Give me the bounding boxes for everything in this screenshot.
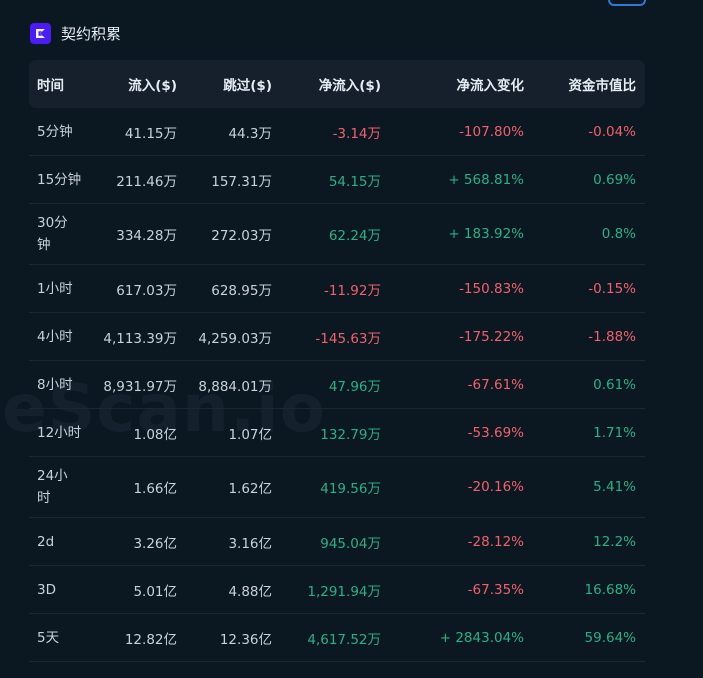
section-title: 契约积累 <box>61 24 122 43</box>
cell-outflow: 44.3万 <box>228 125 272 142</box>
cell-cap-ratio: 5.41% <box>593 479 636 495</box>
cell-net-inflow: 4,617.52万 <box>307 631 381 648</box>
cell-cap-ratio: 1.71% <box>593 424 636 441</box>
cell-net-change: -28.12% <box>467 533 524 550</box>
column-header-outflow: 跳过($) <box>223 78 272 94</box>
column-header-cap-ratio: 资金市值比 <box>568 78 637 94</box>
table-row: 24小 时 1.66亿 1.62亿 419.56万 -20.16% 5.41% <box>29 457 645 518</box>
cell-time: 24小 时 <box>37 468 68 506</box>
cell-cap-ratio: -1.88% <box>588 328 636 345</box>
table-body: 5分钟 41.15万 44.3万 -3.14万 -107.80% -0.04% 15分钟 21… <box>29 108 645 662</box>
cell-outflow: 628.95万 <box>211 282 272 299</box>
cell-time: 5分钟 <box>37 123 73 140</box>
cell-net-inflow: 419.56万 <box>320 481 381 497</box>
cell-net-change: + 568.81% <box>448 171 524 188</box>
cell-net-inflow: 945.04万 <box>320 535 381 552</box>
cell-cap-ratio: 0.61% <box>593 376 636 393</box>
cell-net-inflow: -11.92万 <box>323 282 381 299</box>
cell-net-change: -67.61% <box>467 376 524 393</box>
cell-cap-ratio: 0.8% <box>601 226 636 242</box>
cell-net-change: + 183.92% <box>448 226 524 242</box>
column-header-net-change: 净流入变化 <box>456 78 525 94</box>
cell-net-change: -20.16% <box>467 479 524 495</box>
cell-time: 3D <box>37 581 56 598</box>
cell-net-inflow: 47.96万 <box>328 378 381 395</box>
cell-outflow: 3.16亿 <box>228 535 272 552</box>
page: eScan.io 契约积累 时间 流入($) 跳过($) 净流入($) 净流入变… <box>0 0 703 678</box>
cell-inflow: 3.26亿 <box>133 535 177 552</box>
column-header-time: 时间 <box>37 78 64 94</box>
cell-cap-ratio: -0.15% <box>588 280 636 297</box>
cell-time: 4小时 <box>37 328 73 345</box>
cell-inflow: 12.82亿 <box>124 631 177 648</box>
column-header-net-inflow: 净流入($) <box>318 78 381 94</box>
table-row: 1小时 617.03万 628.95万 -11.92万 -150.83% -0.15% <box>29 265 645 313</box>
cell-outflow: 157.31万 <box>211 173 272 190</box>
table-row: 8小时 8,931.97万 8,884.01万 47.96万 -67.61% 0.61% <box>29 361 645 409</box>
cell-net-inflow: 1,291.94万 <box>307 583 381 600</box>
flow-table: 时间 流入($) 跳过($) 净流入($) 净流入变化 资金市值比 5分钟 41.… <box>29 60 645 662</box>
brand-logo-icon <box>30 22 51 44</box>
cell-net-change: -175.22% <box>459 328 524 345</box>
table-row: 4小时 4,113.39万 4,259.03万 -145.63万 -175.22% -1.… <box>29 313 645 361</box>
cell-net-change: -67.35% <box>467 581 524 598</box>
table-row: 5天 12.82亿 12.36亿 4,617.52万 + 2843.04% 59.64% <box>29 614 645 662</box>
cell-time: 1小时 <box>37 280 73 297</box>
cell-inflow: 334.28万 <box>116 228 177 244</box>
cell-inflow: 5.01亿 <box>133 583 177 600</box>
cell-inflow: 4,113.39万 <box>103 330 177 347</box>
cell-time: 8小时 <box>37 376 73 393</box>
table-row: 3D 5.01亿 4.88亿 1,291.94万 -67.35% 16.68% <box>29 566 645 614</box>
cell-time: 5天 <box>37 629 60 646</box>
cell-cap-ratio: 59.64% <box>584 629 636 646</box>
cell-net-inflow: 54.15万 <box>328 173 381 190</box>
cell-time: 2d <box>37 533 55 550</box>
cell-outflow: 12.36亿 <box>219 631 272 648</box>
table-header: 时间 流入($) 跳过($) 净流入($) 净流入变化 资金市值比 <box>29 60 645 108</box>
cell-net-change: -107.80% <box>459 123 524 140</box>
table-row: 30分 钟 334.28万 272.03万 62.24万 + 183.92% 0.8% <box>29 204 645 265</box>
cell-net-change: -150.83% <box>459 280 524 297</box>
column-header-inflow: 流入($) <box>128 78 177 94</box>
cell-inflow: 1.08亿 <box>133 426 177 443</box>
cell-cap-ratio: -0.04% <box>588 123 636 140</box>
cell-net-change: + 2843.04% <box>439 629 524 646</box>
top-toggle-button[interactable] <box>608 0 646 6</box>
cell-inflow: 1.66亿 <box>133 481 177 497</box>
cell-time: 15分钟 <box>37 171 82 188</box>
cell-outflow: 272.03万 <box>211 228 272 244</box>
cell-outflow: 4.88亿 <box>228 583 272 600</box>
cell-cap-ratio: 16.68% <box>584 581 636 598</box>
table-row: 2d 3.26亿 3.16亿 945.04万 -28.12% 12.2% <box>29 518 645 566</box>
cell-time: 30分 钟 <box>37 215 68 253</box>
table-row: 12小时 1.08亿 1.07亿 132.79万 -53.69% 1.71% <box>29 409 645 457</box>
cell-cap-ratio: 0.69% <box>593 171 636 188</box>
table-row: 5分钟 41.15万 44.3万 -3.14万 -107.80% -0.04% <box>29 108 645 156</box>
cell-net-inflow: 62.24万 <box>328 228 381 244</box>
cell-net-inflow: -145.63万 <box>315 330 381 347</box>
cell-inflow: 617.03万 <box>116 282 177 299</box>
table-row: 15分钟 211.46万 157.31万 54.15万 + 568.81% 0.69% <box>29 156 645 204</box>
cell-net-inflow: -3.14万 <box>332 125 381 142</box>
cell-outflow: 8,884.01万 <box>198 378 272 395</box>
cell-outflow: 1.07亿 <box>228 426 272 443</box>
cell-inflow: 211.46万 <box>116 173 177 190</box>
cell-outflow: 4,259.03万 <box>198 330 272 347</box>
cell-cap-ratio: 12.2% <box>593 533 636 550</box>
section-header: 契约积累 <box>30 22 121 44</box>
cell-inflow: 41.15万 <box>124 125 177 142</box>
cell-outflow: 1.62亿 <box>228 481 272 497</box>
cell-net-change: -53.69% <box>467 424 524 441</box>
cell-time: 12小时 <box>37 424 82 441</box>
cell-inflow: 8,931.97万 <box>103 378 177 395</box>
cell-net-inflow: 132.79万 <box>320 426 381 443</box>
